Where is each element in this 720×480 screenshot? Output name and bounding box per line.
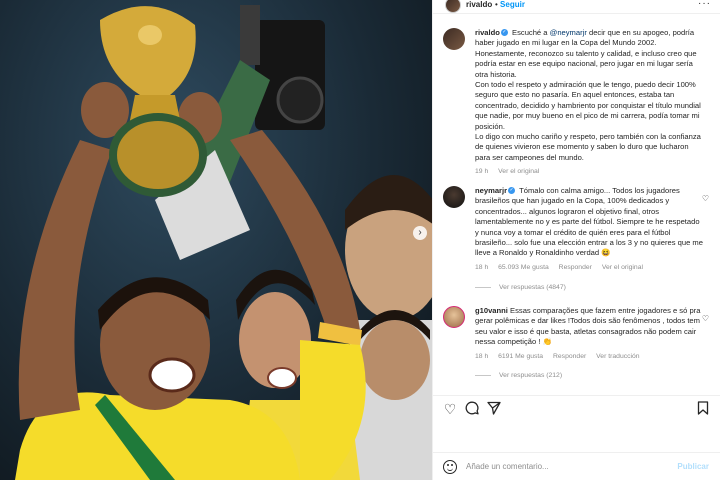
follow-button[interactable]: • Seguir xyxy=(495,0,525,9)
bookmark-icon[interactable] xyxy=(695,401,711,417)
comment-time[interactable]: 19 h xyxy=(475,168,488,175)
heart-icon[interactable]: ♡ xyxy=(702,314,709,323)
heart-icon[interactable]: ♡ xyxy=(442,401,458,417)
comment-body: g10vanni Essas comparações que fazem ent… xyxy=(475,306,705,362)
follow-label[interactable]: Seguir xyxy=(500,0,525,9)
avatar[interactable] xyxy=(443,306,465,328)
likes-count[interactable]: 6191 Me gusta xyxy=(498,353,543,360)
share-icon[interactable] xyxy=(486,401,502,417)
comment-time[interactable]: 18 h xyxy=(475,264,488,271)
world-cup-trophy xyxy=(100,6,196,95)
header-username[interactable]: rivaldo xyxy=(466,0,492,9)
comment-paragraph: Lo digo con mucho cariño y respeto, pero… xyxy=(475,132,701,162)
post-header: rivaldo • Seguir ··· xyxy=(433,0,720,14)
photo-illustration xyxy=(15,5,432,480)
comment-time[interactable]: 18 h xyxy=(475,353,488,360)
comment-meta: 18 h 6191 Me gusta Responder Ver traducc… xyxy=(475,352,705,362)
post-actions-bar: ♡ xyxy=(433,395,720,421)
left-arm xyxy=(18,140,112,420)
reply-button[interactable]: Responder xyxy=(553,353,586,360)
comment-text: Essas comparações que fazem entre jogado… xyxy=(475,306,701,347)
header-separator: • xyxy=(495,0,498,9)
avatar[interactable] xyxy=(445,0,461,13)
view-replies-button[interactable]: Ver respuestas (212) xyxy=(475,372,562,379)
comment-username[interactable]: rivaldo xyxy=(475,28,500,37)
comment-text: Tómalo con calma amigo... Todos los juga… xyxy=(475,186,703,258)
view-replies-button[interactable]: Ver respuestas (4847) xyxy=(475,284,566,291)
post-comment-button[interactable]: Publicar xyxy=(677,462,709,471)
comments-list[interactable]: rivaldo ✓ Escuché a @neymarjr decir que e… xyxy=(433,22,720,392)
main-player-mouth xyxy=(148,357,196,393)
see-translation-link[interactable]: Ver traducción xyxy=(596,353,639,360)
see-original-link[interactable]: Ver el original xyxy=(498,168,539,175)
reply-button[interactable]: Responder xyxy=(559,264,592,271)
verified-badge-icon: ✓ xyxy=(508,187,516,194)
more-options-icon[interactable]: ··· xyxy=(698,0,711,9)
replies-divider xyxy=(475,374,491,376)
comment-body: rivaldo ✓ Escuché a @neymarjr decir que e… xyxy=(475,28,705,178)
view-replies-label[interactable]: Ver respuestas (4847) xyxy=(499,284,566,291)
chevron-right-icon[interactable]: › xyxy=(413,226,427,240)
avatar[interactable] xyxy=(443,186,465,208)
likes-count[interactable]: 65.093 Me gusta xyxy=(498,264,549,271)
comment-icon[interactable] xyxy=(464,401,480,417)
avatar[interactable] xyxy=(443,28,465,50)
comment-username[interactable]: neymarjr xyxy=(475,186,507,195)
comment-input[interactable]: Añade un comentario... xyxy=(466,462,549,471)
heart-icon[interactable]: ♡ xyxy=(702,194,709,203)
comment-username[interactable]: g10vanni xyxy=(475,306,508,315)
replies-divider xyxy=(475,286,491,288)
comment-meta: 18 h 65.093 Me gusta Responder Ver el or… xyxy=(475,263,705,273)
verified-badge-icon: ✓ xyxy=(500,29,508,36)
view-replies-label[interactable]: Ver respuestas (212) xyxy=(499,372,562,379)
comment-body: neymarjr ✓ Tómalo con calma amigo... Todo… xyxy=(475,186,705,273)
bg-person-right-low xyxy=(360,320,430,400)
mention-link[interactable]: @neymarjr xyxy=(550,28,587,37)
post-side-panel: rivaldo • Seguir ··· rivaldo ✓ Escuché a … xyxy=(432,0,720,480)
post-photo[interactable]: › xyxy=(0,0,432,480)
instagram-post-window: › rivaldo • Seguir ··· rivaldo ✓ Escuché … xyxy=(0,0,720,480)
add-comment-bar: Añade un comentario... Publicar xyxy=(433,452,720,480)
comment-meta: 19 h Ver el original xyxy=(475,167,705,177)
see-original-link[interactable]: Ver el original xyxy=(602,264,643,271)
emoji-icon[interactable] xyxy=(443,460,457,474)
comment-paragraph: Con todo el respeto y admiración que le … xyxy=(475,80,701,131)
comment-text: Escuché a xyxy=(512,28,550,37)
